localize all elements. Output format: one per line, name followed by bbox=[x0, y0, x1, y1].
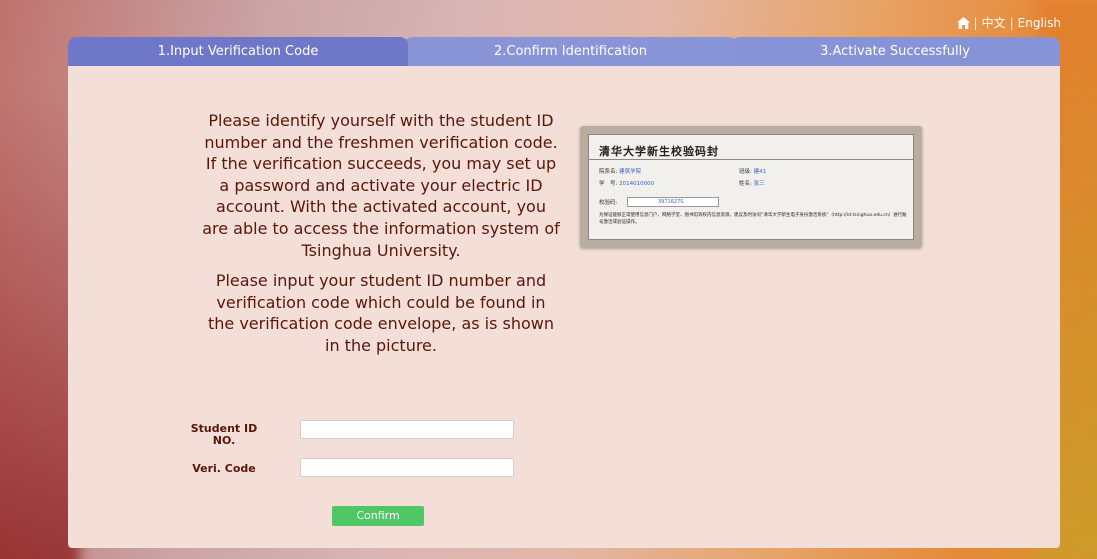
lang-english-link[interactable]: English bbox=[1018, 16, 1061, 30]
envelope-dept-value: 建筑学院 bbox=[619, 169, 642, 175]
page: | 中文 | English 1.Input Verification Code… bbox=[0, 0, 1097, 559]
envelope-code-value: 3971627S bbox=[658, 199, 684, 205]
envelope-dept-label: 院系名: bbox=[599, 169, 618, 175]
tab-confirm-identification[interactable]: 2.Confirm Identification bbox=[403, 37, 738, 67]
envelope-code-label: 校验码: bbox=[599, 200, 618, 206]
envelope-class: 班级: 建41 bbox=[739, 167, 766, 175]
envelope-image: 清华大学新生校验码封 院系名: 建筑学院 班级: 建41 学 号: 201401… bbox=[580, 126, 922, 248]
envelope-class-value: 建41 bbox=[753, 169, 767, 175]
envelope-name-value: 张三 bbox=[753, 181, 765, 187]
main-panel: Please identify yourself with the studen… bbox=[68, 66, 1060, 548]
separator: | bbox=[973, 15, 978, 30]
envelope-dept: 院系名: 建筑学院 bbox=[599, 167, 641, 175]
tab-activate-successfully[interactable]: 3.Activate Successfully bbox=[730, 37, 1060, 67]
envelope-id-value: 2014010000 bbox=[619, 181, 655, 187]
instruction-text: Please input your student ID number and … bbox=[207, 271, 555, 355]
veri-code-label: Veri. Code bbox=[192, 462, 256, 475]
top-links: | 中文 | English bbox=[956, 14, 1061, 31]
student-id-label: Student ID NO. bbox=[190, 422, 258, 447]
student-id-input[interactable] bbox=[300, 420, 514, 439]
envelope-class-label: 班级: bbox=[739, 169, 752, 175]
envelope-title: 清华大学新生校验码封 bbox=[599, 145, 719, 158]
step-tabs: 1.Input Verification Code 2.Confirm Iden… bbox=[68, 37, 1060, 67]
veri-code-input[interactable] bbox=[300, 458, 514, 477]
tab-input-verification-code[interactable]: 1.Input Verification Code bbox=[68, 37, 408, 67]
envelope-id-label: 学 号: bbox=[599, 181, 618, 187]
envelope-id: 学 号: 2014010000 bbox=[599, 179, 654, 187]
separator: | bbox=[1009, 15, 1014, 30]
envelope-code-box: 3971627S bbox=[627, 197, 719, 207]
intro-text: Please identify yourself with the studen… bbox=[202, 111, 560, 260]
divider bbox=[589, 159, 913, 160]
instructions: Please identify yourself with the studen… bbox=[202, 110, 560, 357]
lang-chinese-link[interactable]: 中文 bbox=[982, 14, 1006, 31]
home-icon[interactable] bbox=[956, 16, 970, 29]
envelope-card: 清华大学新生校验码封 院系名: 建筑学院 班级: 建41 学 号: 201401… bbox=[588, 134, 914, 240]
envelope-name: 姓名: 张三 bbox=[739, 179, 765, 187]
envelope-name-label: 姓名: bbox=[739, 181, 752, 187]
envelope-note: 为保证能够正常使用信息门户、网络学堂、图书馆等校内信息资源，建议及时访问“清华大… bbox=[599, 213, 907, 225]
confirm-button[interactable]: Confirm bbox=[332, 506, 424, 526]
